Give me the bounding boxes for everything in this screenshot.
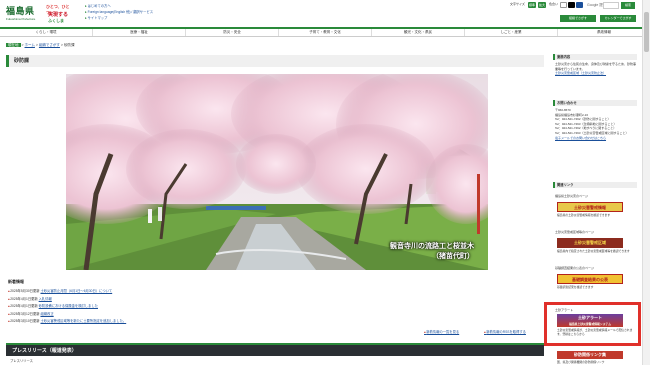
news-date: 2025年3月10日更新 [10, 319, 40, 323]
color-black-button[interactable] [568, 2, 575, 8]
news-date: 2025年4月1日更新 [10, 296, 38, 301]
sediment-alert-title: 土砂アラート [578, 315, 602, 320]
banner-caption: 基礎調査結果を確認できます [557, 285, 594, 289]
link-label: 基礎調査結果の公表のページ [555, 266, 594, 270]
sidebar-contact: 〒960-8670 福島県福島市杉妻町2-16 Tel：024-521-7492… [555, 108, 637, 140]
news-date: 2025年5月30日更新 [10, 289, 40, 293]
page-title: 砂防課 [14, 58, 30, 64]
font-large-button[interactable]: 拡大 [538, 2, 546, 8]
contact-line: Tel：024-521-7493（土砂災害警戒区域に関すること） [555, 130, 629, 135]
breadcrumb-current-badge: 現在地 [6, 43, 21, 47]
breadcrumb-separator: > [35, 43, 38, 47]
nav-item-government[interactable]: 県政情報 [558, 29, 650, 36]
site-header: 福島県 Fukushima Prefecture ひとつ、ひとつ、 実現する ふ… [0, 0, 650, 27]
sitemap-link[interactable]: サイトマップ [85, 15, 153, 21]
font-size-label: 文字サイズ [510, 2, 525, 6]
news-date: 2025年4月1日更新 [10, 304, 38, 308]
nav-item-medical[interactable]: 医療・福祉 [93, 29, 186, 36]
sidebar-heading-links: 関連リンク [553, 182, 637, 188]
breadcrumb: 現在地 > ホーム > 組織でさがす > 砂防課 [6, 43, 74, 48]
breadcrumb-separator: > [60, 43, 63, 47]
color-blue-button[interactable] [576, 2, 583, 8]
hero-caption-title: 観音寺川の流路工と桜並木 [390, 243, 474, 250]
site-logo[interactable]: 福島県 Fukushima Prefecture [6, 4, 40, 21]
news-link[interactable]: 砂防設備における保険金を検討しました [39, 304, 98, 308]
news-link[interactable]: 土砂災害防止月間（6月1日～6月30日）について [40, 289, 112, 293]
slogan-badge: ひとつ、ひとつ、 実現する ふくしま [44, 2, 74, 25]
landslide-warning-banner[interactable]: 土砂災害警戒情報 [557, 202, 623, 212]
press-release-title: プレスリリース（報道発表） [12, 348, 77, 354]
link-label: 土砂アラート [555, 308, 574, 312]
breadcrumb-organization[interactable]: 組織でさがす [39, 43, 60, 47]
color-label: 色合い [549, 2, 559, 6]
nav-item-disaster[interactable]: 防災・安全 [186, 29, 279, 36]
duties-text: 土砂災害から住民の生命、身体及び財産を守るため、砂防事業等を行っています。 [555, 62, 637, 71]
news-link[interactable]: 組織改正 [40, 312, 53, 316]
link-label: 福島県土砂災害のページ [555, 194, 588, 198]
survey-results-banner[interactable]: 基礎調査結果の公表 [557, 274, 623, 284]
search-by-organization-button[interactable]: 組織でさがす [560, 15, 596, 22]
nav-item-living[interactable]: くらし・環境 [0, 29, 93, 36]
page-title-bar: 砂防課 [6, 55, 544, 67]
nav-item-education[interactable]: 子育て・教育・文化 [279, 29, 372, 36]
news-rss-link[interactable]: 新着情報のRSSを取得する [484, 329, 526, 334]
list-item: 2025年5月30日更新 土砂災害防止月間（6月1日～6月30日）について [8, 288, 126, 296]
header-links: はじめての方へ Foreign language(English 他) / 翻訳… [85, 3, 153, 21]
slogan-line: 実現する [48, 12, 69, 18]
breadcrumb-separator: > [21, 43, 24, 47]
page-scrollbar[interactable] [642, 0, 650, 365]
logo-subtext: Fukushima Prefecture [6, 17, 36, 21]
news-list-link[interactable]: 新着情報の一覧を見る [424, 329, 459, 334]
hero-photo: 観音寺川の流路工と桜並木 （猪苗代町） [66, 74, 488, 270]
warning-area-banner[interactable]: 土砂災害警戒区域 [557, 238, 623, 248]
global-nav: くらし・環境 医療・福祉 防災・安全 子育て・教育・文化 観光・文化・県民 しご… [0, 27, 650, 37]
banner-caption: 国、県及び関係機関の砂防関係リンク [557, 360, 605, 364]
email-contact-link[interactable]: 電子メールでのお問い合わせはこちら [555, 136, 637, 141]
breadcrumb-home[interactable]: ホーム [25, 43, 35, 47]
press-release-bar: プレスリリース（報道発表） [6, 343, 544, 356]
sediment-alert-banner[interactable]: 土砂アラート 福島県土砂災害警戒情報システム [557, 314, 623, 327]
nav-item-industry[interactable]: しごと・産業 [465, 29, 558, 36]
scroll-thumb[interactable] [644, 12, 649, 52]
news-date: 2025年3月12日更新 [10, 311, 40, 316]
sidebar-duties-text: 土砂災害から住民の生命、身体及び財産を守るため、砂防事業等を行っています。 土砂… [555, 62, 637, 76]
logo-text: 福島県 [6, 6, 35, 16]
news-heading: 新着情報 [8, 279, 24, 284]
cherry-blossom-photo [66, 74, 488, 270]
press-release-sub: プレスリリース [10, 359, 33, 363]
banner-caption: 土砂災害警戒情報が、土砂災害警戒情報メールで配信されます。登録はこちらから [557, 328, 633, 337]
search-button[interactable]: 検索 [621, 2, 635, 9]
news-link[interactable]: 入札情報 [39, 297, 52, 301]
news-link[interactable]: 土砂災害警戒区域等を新たに土要所指定を追加しました。 [40, 319, 126, 323]
hero-caption: 観音寺川の流路工と桜並木 （猪苗代町） [390, 242, 474, 262]
font-normal-button[interactable]: 標準 [528, 2, 536, 8]
color-white-button[interactable] [560, 2, 567, 8]
sidebar-heading-duties: 業務内容 [553, 54, 637, 60]
nav-item-tourism[interactable]: 観光・文化・県民 [372, 29, 465, 36]
slogan-line: ふくしま [48, 18, 64, 23]
duties-link[interactable]: 土砂災害警戒区域（土砂災害防止法） [555, 71, 606, 75]
list-item: 2025年4月1日更新 入札情報 [8, 296, 126, 304]
list-item: 2025年4月1日更新 砂防設備における保険金を検討しました [8, 303, 126, 311]
link-label: 土砂災害警戒区域等のページ [555, 230, 594, 234]
search-input[interactable] [603, 2, 619, 9]
banner-caption: 福島県内で指定された土砂災害警戒区域等を確認できます [557, 249, 630, 253]
sediment-alert-subtitle: 福島県土砂災害警戒情報システム [569, 322, 611, 326]
hero-caption-location: （猪苗代町） [432, 253, 474, 260]
list-item: 2025年3月10日更新 土砂災害警戒区域等を新たに土要所指定を追加しました。 [8, 318, 126, 326]
search-by-calendar-button[interactable]: カレンダーでさがす [600, 15, 636, 22]
news-list: 2025年5月30日更新 土砂災害防止月間（6月1日～6月30日）について 20… [8, 288, 126, 326]
banner-caption: 福島県の土砂災害警戒情報を確認できます [557, 213, 611, 217]
breadcrumb-current: 砂防課 [63, 43, 75, 47]
erosion-links-banner[interactable]: 砂防関係リンク集 [557, 351, 623, 359]
list-item: 2025年3月12日更新 組織改正 [8, 311, 126, 319]
sidebar-heading-contact: お問い合わせ [553, 100, 637, 106]
